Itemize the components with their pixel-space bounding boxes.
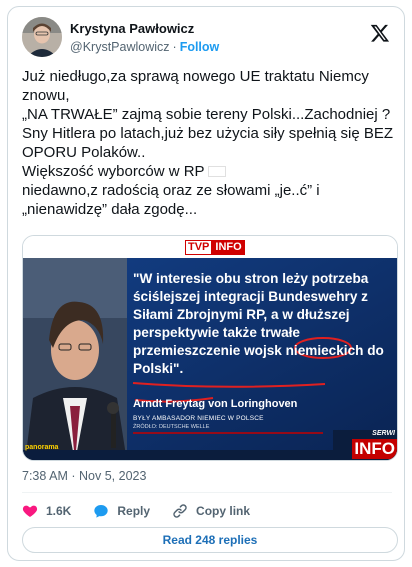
avatar[interactable] (22, 17, 62, 57)
tweet-media-image[interactable]: TVP INFO "W interesie obu stron leży pot… (22, 235, 398, 461)
tvp-info-logo: TVP INFO (185, 240, 245, 255)
reply-button[interactable]: Reply (93, 503, 150, 519)
reply-label: Reply (117, 504, 151, 518)
poland-flag-icon (207, 166, 226, 177)
tweet-header: Krystyna Pawłowicz @KrystPawlowicz · Follo… (22, 17, 392, 61)
tv-caption-name: Arndt Freytag von Loringhoven (133, 398, 298, 410)
tvp-header-bar: TVP INFO (23, 236, 397, 258)
serwis-tag: SERWI (372, 430, 395, 437)
follow-button[interactable]: Follow (180, 40, 220, 54)
logo-info-text: INFO (212, 240, 245, 255)
tweet-line-part: niedawno,z radością oraz ze słowami „je.… (22, 182, 320, 218)
tv-caption-role: BYŁY AMBASADOR NIEMIEC W POLSCE (133, 415, 264, 422)
x-logo-icon[interactable] (370, 23, 390, 43)
divider (22, 492, 392, 493)
tweet-line: Sny Hitlera po latach,już bez użycia sił… (22, 125, 394, 161)
author-name[interactable]: Krystyna Pawłowicz (70, 21, 194, 36)
logo-tvp-text: TVP (185, 240, 213, 255)
like-button[interactable]: 1.6K (22, 503, 71, 519)
author-handle[interactable]: @KrystPawlowicz (70, 40, 170, 54)
tweet-card: Krystyna Pawłowicz @KrystPawlowicz · Follo… (7, 6, 405, 561)
copy-link-button[interactable]: Copy link (172, 503, 250, 519)
copy-link-label: Copy link (196, 504, 251, 518)
info-big-logo: INFO (352, 439, 397, 459)
tv-quote: "W interesie obu stron leży potrzeba ści… (133, 271, 384, 376)
heart-icon (22, 505, 38, 517)
tweet-line-part: Większość wyborców w RP (22, 163, 205, 180)
link-icon (173, 504, 187, 518)
panorama-tag: panorama (25, 444, 59, 451)
reply-bubble-icon (94, 505, 109, 518)
tweet-timestamp[interactable]: 7:38 AM · Nov 5, 2023 (22, 469, 146, 483)
separator-dot: · (172, 40, 177, 54)
tweet-line: Już niedługo,za sprawą nowego UE traktat… (22, 68, 369, 104)
tv-caption-source: ŹRÓDŁO: DEUTSCHE WELLE (133, 424, 210, 430)
read-replies-button[interactable]: Read 248 replies (22, 527, 398, 553)
tweet-line-with-flag: Większość wyborców w RP (22, 162, 398, 181)
tweet-text: Już niedługo,za sprawą nowego UE traktat… (22, 67, 398, 219)
tv-screen: "W interesie obu stron leży potrzeba ści… (23, 258, 397, 460)
tweet-line: „NA TRWAŁE” zajmą sobie tereny Polski...… (22, 106, 391, 123)
separator-dot: · (71, 469, 76, 483)
handle-row: @KrystPawlowicz · Follow (70, 40, 219, 54)
tweet-date: Nov 5, 2023 (79, 469, 147, 483)
tweet-time: 7:38 AM (22, 469, 68, 483)
like-count: 1.6K (46, 504, 72, 518)
tweet-actions: 1.6K Reply Copy link (22, 501, 392, 521)
